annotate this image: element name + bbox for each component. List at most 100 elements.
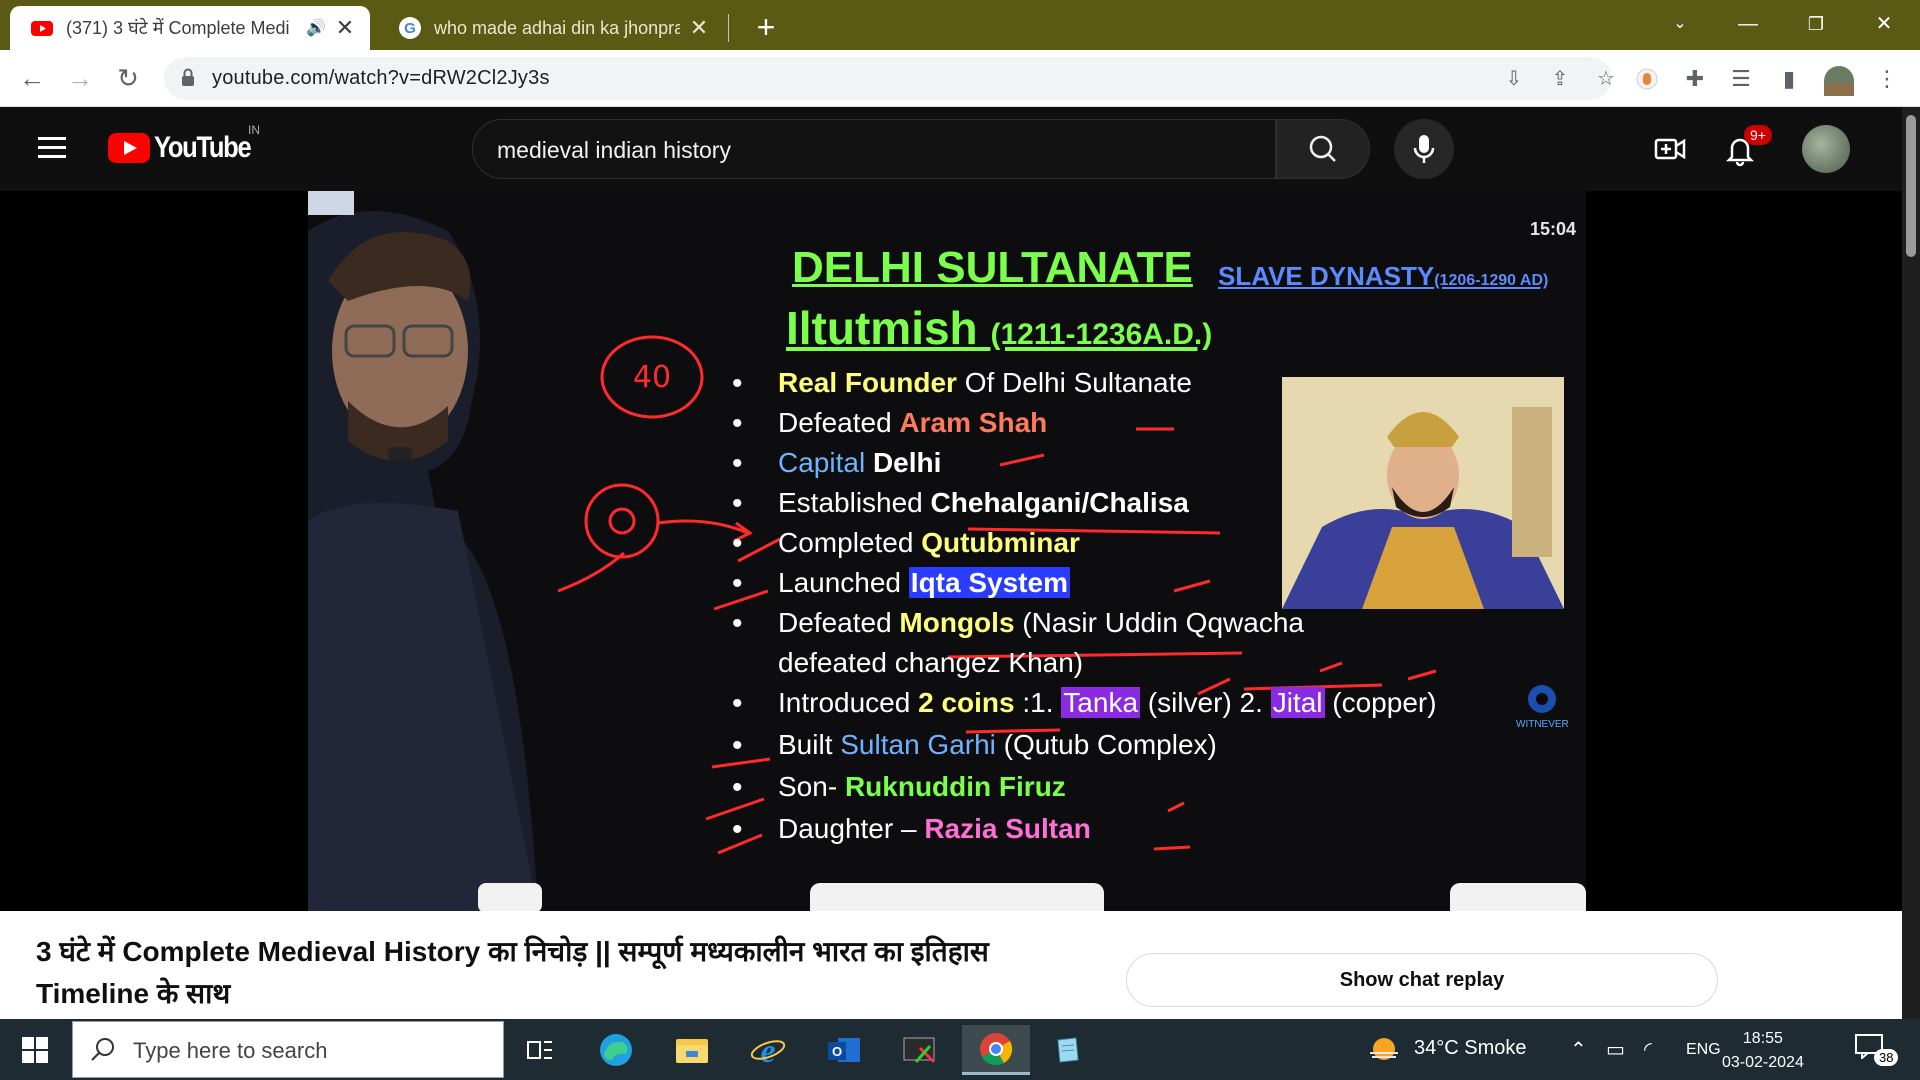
slide-bullet: Defeated Mongols (Nasir Uddin Qqwacha	[732, 607, 1304, 641]
bullet-emphasis: Chehalgani/Chalisa	[930, 487, 1189, 518]
reading-list-icon[interactable]: ☰	[1728, 66, 1754, 92]
channel-watermark: WITNEVER	[1516, 719, 1569, 730]
edge-browser-icon[interactable]	[586, 1025, 646, 1075]
dynasty-name: SLAVE DYNASTY	[1218, 261, 1435, 291]
install-app-icon[interactable]: ⇩	[1502, 67, 1526, 91]
bullet-text: Launched	[778, 567, 909, 598]
microphone-icon	[1413, 135, 1435, 163]
windows-start-icon[interactable]	[22, 1037, 48, 1063]
whiteboard-pager[interactable]	[1450, 883, 1586, 911]
region-code: IN	[248, 123, 260, 137]
forward-icon[interactable]: →	[62, 60, 98, 96]
bookmark-star-icon[interactable]: ☆	[1594, 67, 1618, 91]
slide-title: DELHI SULTANATE	[792, 243, 1193, 292]
close-window-icon[interactable]: ✕	[1864, 6, 1904, 42]
slide-bullet: Capital Delhi	[732, 447, 942, 481]
speaker-icon[interactable]: 🔊	[306, 18, 326, 38]
close-tab-icon[interactable]: ✕	[334, 15, 356, 41]
video-info: 3 घंटे में Complete Medieval History का …	[0, 911, 1902, 1019]
youtube-icon	[31, 21, 53, 36]
notepad-icon[interactable]	[1038, 1025, 1098, 1075]
browser-tab-strip: (371) 3 घंटे में Complete Medi 🔊 ✕ G who…	[0, 0, 1920, 50]
tab-youtube[interactable]: (371) 3 घंटे में Complete Medi 🔊 ✕	[10, 6, 370, 50]
wifi-icon[interactable]: ◜	[1644, 1037, 1652, 1062]
search-icon	[91, 1038, 114, 1061]
outlook-icon[interactable]: O	[814, 1025, 874, 1075]
tab-separator	[728, 14, 729, 42]
page-scrollbar[interactable]	[1902, 107, 1920, 1019]
annotation-number: 40	[633, 360, 671, 395]
internet-explorer-icon[interactable]: e	[738, 1025, 798, 1075]
youtube-logo[interactable]: YouTube IN	[108, 123, 267, 165]
account-avatar[interactable]	[1802, 125, 1850, 173]
bullet-text: (Nasir Uddin Qqwacha	[1014, 607, 1304, 638]
restore-icon[interactable]: ❐	[1796, 6, 1836, 42]
google-icon: G	[399, 17, 421, 39]
voice-search-button[interactable]	[1394, 119, 1454, 179]
video-timer: 15:04	[1530, 219, 1577, 239]
bullet-emphasis: Delhi	[872, 447, 942, 478]
tab-search-icon[interactable]: ⌄	[1660, 6, 1700, 42]
slide-bullet: Introduced 2 coins :1. Tanka (silver) 2.…	[732, 687, 1437, 721]
slide-bullet: Real Founder Of Delhi Sultanate	[732, 367, 1192, 401]
show-hidden-icons[interactable]: ⌃	[1570, 1037, 1587, 1062]
slide-bullet: Daughter – Razia Sultan	[732, 813, 1091, 847]
hamburger-menu-icon[interactable]	[38, 137, 66, 159]
extension-icon[interactable]	[1634, 66, 1660, 92]
scrollbar-thumb[interactable]	[1906, 115, 1916, 257]
side-panel-icon[interactable]: ▮	[1776, 66, 1802, 92]
youtube-play-icon	[108, 133, 150, 163]
video-title: 3 घंटे में Complete Medieval History का …	[36, 936, 989, 1009]
taskbar-search-input[interactable]: Type here to search	[72, 1021, 504, 1078]
video-player[interactable]: 40 15:04 DELHI SULTANATE SLAVE DYNASTY(1…	[0, 191, 1902, 911]
youtube-header: YouTube IN medieval indian history 9+	[0, 107, 1902, 191]
lock-icon[interactable]	[180, 68, 196, 86]
whiteboard-toolbar[interactable]	[810, 883, 1104, 911]
bullet-text: (Qutub Complex)	[995, 729, 1217, 760]
profile-avatar[interactable]	[1824, 66, 1854, 96]
notification-badge: 9+	[1744, 125, 1772, 145]
slide-bullet: Launched Iqta System	[732, 567, 1070, 601]
show-chat-replay-button[interactable]: Show chat replay	[1126, 953, 1718, 1007]
bullet-text: (silver) 2.	[1140, 687, 1271, 718]
close-tab-icon[interactable]: ✕	[688, 15, 710, 41]
ruler-years: (1211-1236A.D.)	[990, 318, 1213, 351]
chrome-icon[interactable]	[962, 1025, 1030, 1075]
taskbar-clock[interactable]: 18:55 03-02-2024	[1722, 1027, 1804, 1075]
bullet-text: Built	[778, 729, 841, 760]
tab-google[interactable]: G who made adhai din ka jhonpra ✕	[378, 6, 724, 50]
menu-dots-icon[interactable]: ⋮	[1874, 66, 1900, 92]
back-icon[interactable]: ←	[14, 60, 50, 96]
battery-icon[interactable]: ▭	[1606, 1037, 1625, 1062]
reload-icon[interactable]: ↻	[110, 60, 146, 96]
new-tab-button[interactable]: +	[748, 10, 784, 46]
action-center-icon[interactable]: 38	[1854, 1033, 1899, 1069]
language-indicator[interactable]: ENG	[1686, 1041, 1721, 1059]
slide-bullet: Defeated Aram Shah	[732, 407, 1047, 441]
task-view-icon[interactable]	[510, 1025, 570, 1075]
channel-watermark-icon	[1528, 685, 1556, 713]
search-query[interactable]: medieval indian history	[497, 137, 731, 164]
weather-text[interactable]: 34°C Smoke	[1414, 1037, 1527, 1060]
create-video-icon[interactable]	[1650, 129, 1690, 169]
search-input[interactable]: medieval indian history	[472, 119, 1276, 179]
bullet-text: :1.	[1014, 687, 1062, 718]
dynasty-years: (1206-1290 AD)	[1434, 272, 1549, 289]
coin-name: Jital	[1270, 687, 1325, 718]
slide-bullet: Established Chehalgani/Chalisa	[732, 487, 1189, 521]
share-icon[interactable]: ⇪	[1548, 67, 1572, 91]
video-frame[interactable]: 40 15:04 DELHI SULTANATE SLAVE DYNASTY(1…	[308, 191, 1586, 911]
url-text[interactable]: youtube.com/watch?v=dRW2Cl2Jy3s	[212, 67, 550, 90]
weather-sun-icon[interactable]	[1366, 1031, 1402, 1067]
search-button[interactable]	[1276, 119, 1370, 179]
address-bar[interactable]: youtube.com/watch?v=dRW2Cl2Jy3s ⇩ ⇪ ☆	[164, 57, 1615, 100]
slide-dynasty: SLAVE DYNASTY(1206-1290 AD)	[1218, 261, 1548, 292]
file-explorer-icon[interactable]	[662, 1025, 722, 1075]
snipping-tool-icon[interactable]	[890, 1025, 950, 1075]
iltutmish-portrait	[1282, 377, 1564, 609]
extensions-puzzle-icon[interactable]: ✚	[1682, 66, 1708, 92]
notification-count: 38	[1874, 1049, 1899, 1066]
minimize-icon[interactable]: —	[1728, 6, 1768, 42]
bullet-text: defeated changez Khan)	[778, 647, 1084, 678]
slide-bullet-continuation: defeated changez Khan)	[778, 647, 1083, 679]
